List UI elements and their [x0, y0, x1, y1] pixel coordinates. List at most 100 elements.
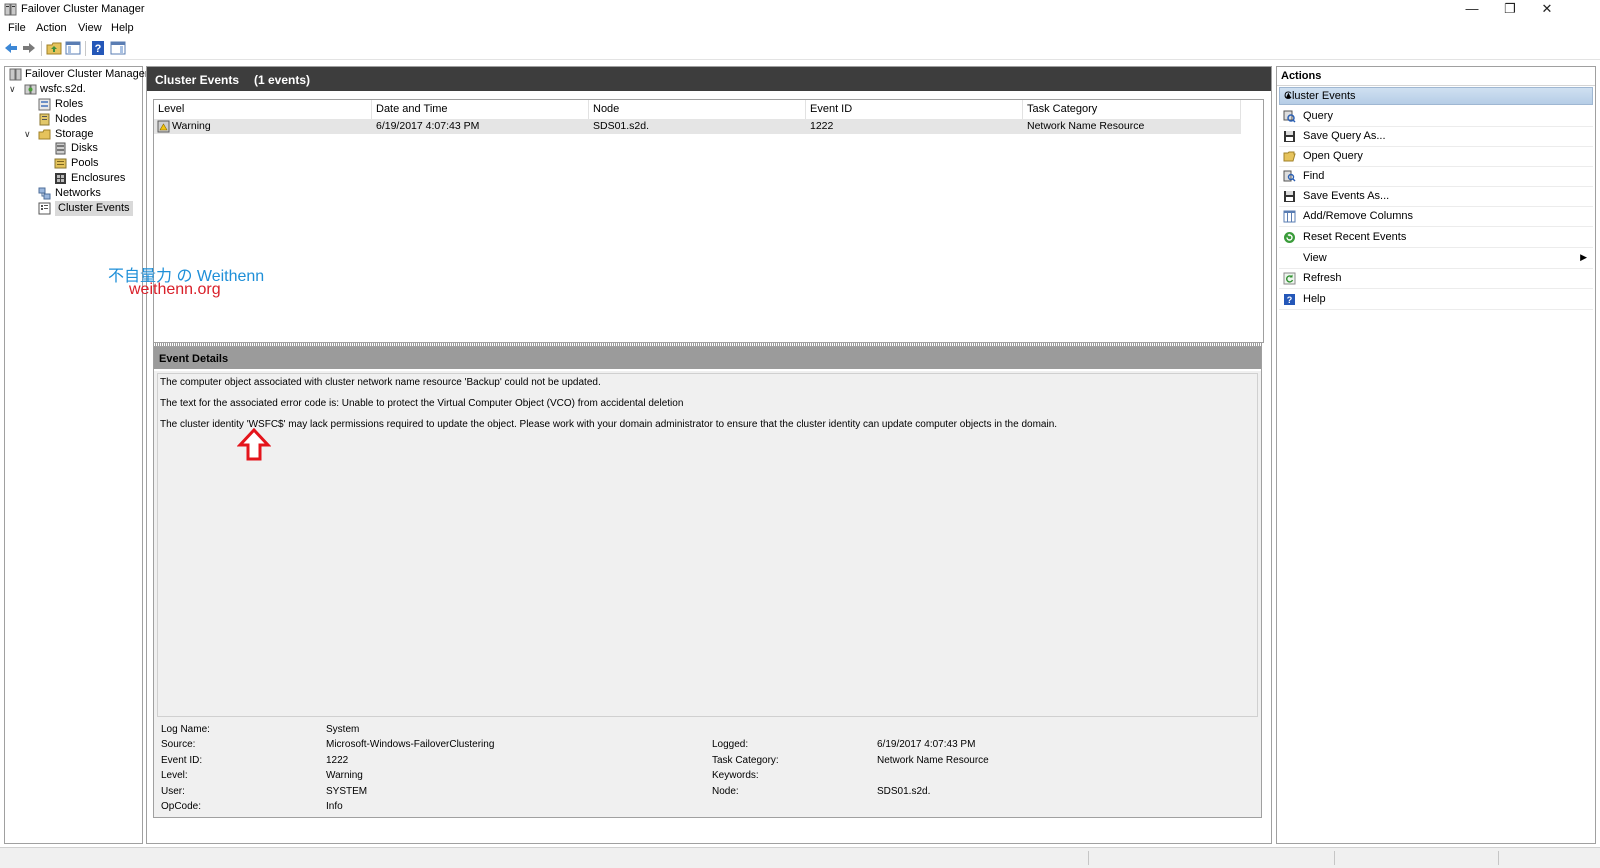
query-icon: [1283, 110, 1296, 123]
tree-label: Disks: [71, 142, 98, 154]
tree-label: Failover Cluster Manager: [25, 68, 149, 80]
menu-action[interactable]: Action: [36, 22, 67, 34]
annotation-arrow-icon: [237, 428, 271, 461]
tree-item-roles[interactable]: Roles: [7, 97, 142, 112]
column-header-level[interactable]: Level: [154, 100, 372, 119]
cell-node: SDS01.s2d.: [593, 120, 650, 132]
tree-item-cluster[interactable]: ∨ wsfc.s2d.: [7, 82, 142, 97]
show-hide-tree-icon[interactable]: [65, 40, 81, 56]
tree-label: Pools: [71, 157, 99, 169]
tree-item-failover-cluster-manager[interactable]: Failover Cluster Manager: [7, 67, 149, 82]
action-reset-recent-events[interactable]: Reset Recent Events: [1279, 228, 1593, 248]
actions-title-bar: Actions: [1277, 67, 1595, 86]
menu-help[interactable]: Help: [111, 22, 134, 34]
cluster-manager-icon: [9, 68, 22, 81]
chevron-down-icon[interactable]: ∨: [9, 85, 18, 94]
description-line: The computer object associated with clus…: [160, 377, 601, 388]
column-header-event-id[interactable]: Event ID: [806, 100, 1023, 119]
prop-label-task-category: Task Category:: [712, 755, 779, 766]
prop-label-level: Level:: [161, 770, 188, 781]
status-bar: [0, 847, 1600, 868]
action-label: Refresh: [1303, 272, 1342, 284]
prop-value-level: Warning: [326, 770, 363, 781]
center-header: Cluster Events (1 events): [147, 67, 1271, 91]
window-title: Failover Cluster Manager: [21, 3, 145, 15]
help-icon[interactable]: ?: [90, 40, 106, 56]
networks-icon: [38, 187, 51, 200]
column-header-task-category[interactable]: Task Category: [1023, 100, 1241, 119]
cluster-events-icon: [38, 202, 51, 215]
table-row[interactable]: Warning 6/19/2017 4:07:43 PM SDS01.s2d. …: [154, 119, 1241, 134]
prop-label-source: Source:: [161, 739, 196, 750]
open-folder-icon: [1283, 151, 1296, 162]
tree-item-enclosures[interactable]: Enclosures: [7, 171, 142, 186]
save-icon: [1284, 191, 1295, 202]
prop-value-source: Microsoft-Windows-FailoverClustering: [326, 739, 495, 750]
menu-file[interactable]: File: [8, 22, 26, 34]
action-open-query[interactable]: Open Query: [1279, 147, 1593, 167]
prop-label-event-id: Event ID:: [161, 755, 203, 766]
tree-label: Roles: [55, 98, 84, 110]
menu-view[interactable]: View: [78, 22, 102, 34]
action-save-events-as[interactable]: Save Events As...: [1279, 187, 1593, 207]
tree-item-pools[interactable]: Pools: [7, 156, 142, 171]
columns-icon: [1283, 210, 1296, 223]
find-icon: [1283, 170, 1296, 182]
action-view[interactable]: View ▶: [1279, 249, 1593, 269]
action-label: Reset Recent Events: [1303, 231, 1407, 243]
cell-task-category: Network Name Resource: [1027, 120, 1145, 132]
cell-level: Warning: [172, 120, 211, 132]
tree-item-disks[interactable]: Disks: [7, 141, 142, 156]
column-header-node[interactable]: Node: [589, 100, 806, 119]
prop-value-opcode: Info: [326, 801, 343, 812]
nodes-icon: [39, 113, 50, 126]
column-header-date-time[interactable]: Date and Time: [372, 100, 589, 119]
tree-item-nodes[interactable]: Nodes: [7, 112, 142, 127]
prop-label-node: Node:: [712, 786, 739, 797]
toolbar: ?: [0, 38, 1600, 60]
svg-text:?: ?: [95, 43, 102, 55]
action-add-remove-columns[interactable]: Add/Remove Columns: [1279, 207, 1593, 227]
tree-label: Networks: [55, 187, 101, 199]
forward-icon[interactable]: [21, 40, 37, 56]
tree-item-storage[interactable]: ∨ Storage: [7, 127, 142, 142]
events-table[interactable]: Level Date and Time Node Event ID Task C…: [153, 99, 1264, 343]
chevron-down-icon[interactable]: ∨: [24, 130, 33, 139]
action-save-query-as[interactable]: Save Query As...: [1279, 127, 1593, 147]
cell-event-id: 1222: [810, 120, 834, 132]
event-details-panel: Event Details The computer object associ…: [153, 346, 1262, 818]
tree-label: wsfc.s2d.: [40, 83, 86, 95]
center-pane: Cluster Events (1 events) Level Date and…: [146, 66, 1272, 844]
actions-pane: Actions Cluster Events ▲ Query Save Quer…: [1276, 66, 1596, 844]
tree-label: Cluster Events: [55, 201, 133, 216]
tree-item-cluster-events[interactable]: Cluster Events: [7, 201, 142, 216]
disks-icon: [55, 142, 66, 155]
action-help[interactable]: ? Help: [1279, 290, 1593, 310]
prop-label-log-name: Log Name:: [161, 724, 210, 735]
back-icon[interactable]: [3, 40, 19, 56]
prop-value-node: SDS01.s2d.: [877, 786, 931, 797]
prop-value-task-category: Network Name Resource: [877, 755, 989, 766]
action-label: Open Query: [1303, 150, 1363, 162]
tree-label: Storage: [55, 128, 94, 140]
close-button[interactable]: ✕: [1529, 0, 1565, 20]
action-find[interactable]: Find: [1279, 167, 1593, 187]
minimize-button[interactable]: —: [1454, 0, 1490, 20]
prop-value-logged: 6/19/2017 4:07:43 PM: [877, 739, 976, 750]
actions-section-cluster-events[interactable]: Cluster Events ▲: [1279, 87, 1593, 105]
prop-label-opcode: OpCode:: [161, 801, 202, 812]
action-refresh[interactable]: Refresh: [1279, 269, 1593, 289]
collapse-icon[interactable]: ▲: [1284, 90, 1586, 100]
action-label: Save Events As...: [1303, 190, 1390, 202]
show-hide-action-pane-icon[interactable]: [110, 40, 126, 56]
restore-button[interactable]: ❐: [1492, 0, 1528, 20]
prop-value-log-name: System: [326, 724, 360, 735]
navigation-tree: Failover Cluster Manager ∨ wsfc.s2d. Rol…: [4, 66, 149, 844]
up-folder-icon[interactable]: [46, 40, 62, 56]
help-icon: ?: [1284, 294, 1295, 305]
action-label: View: [1303, 252, 1327, 264]
enclosures-icon: [55, 173, 66, 184]
refresh-icon: [1283, 272, 1296, 285]
tree-item-networks[interactable]: Networks: [7, 186, 142, 201]
action-query[interactable]: Query: [1279, 107, 1593, 127]
